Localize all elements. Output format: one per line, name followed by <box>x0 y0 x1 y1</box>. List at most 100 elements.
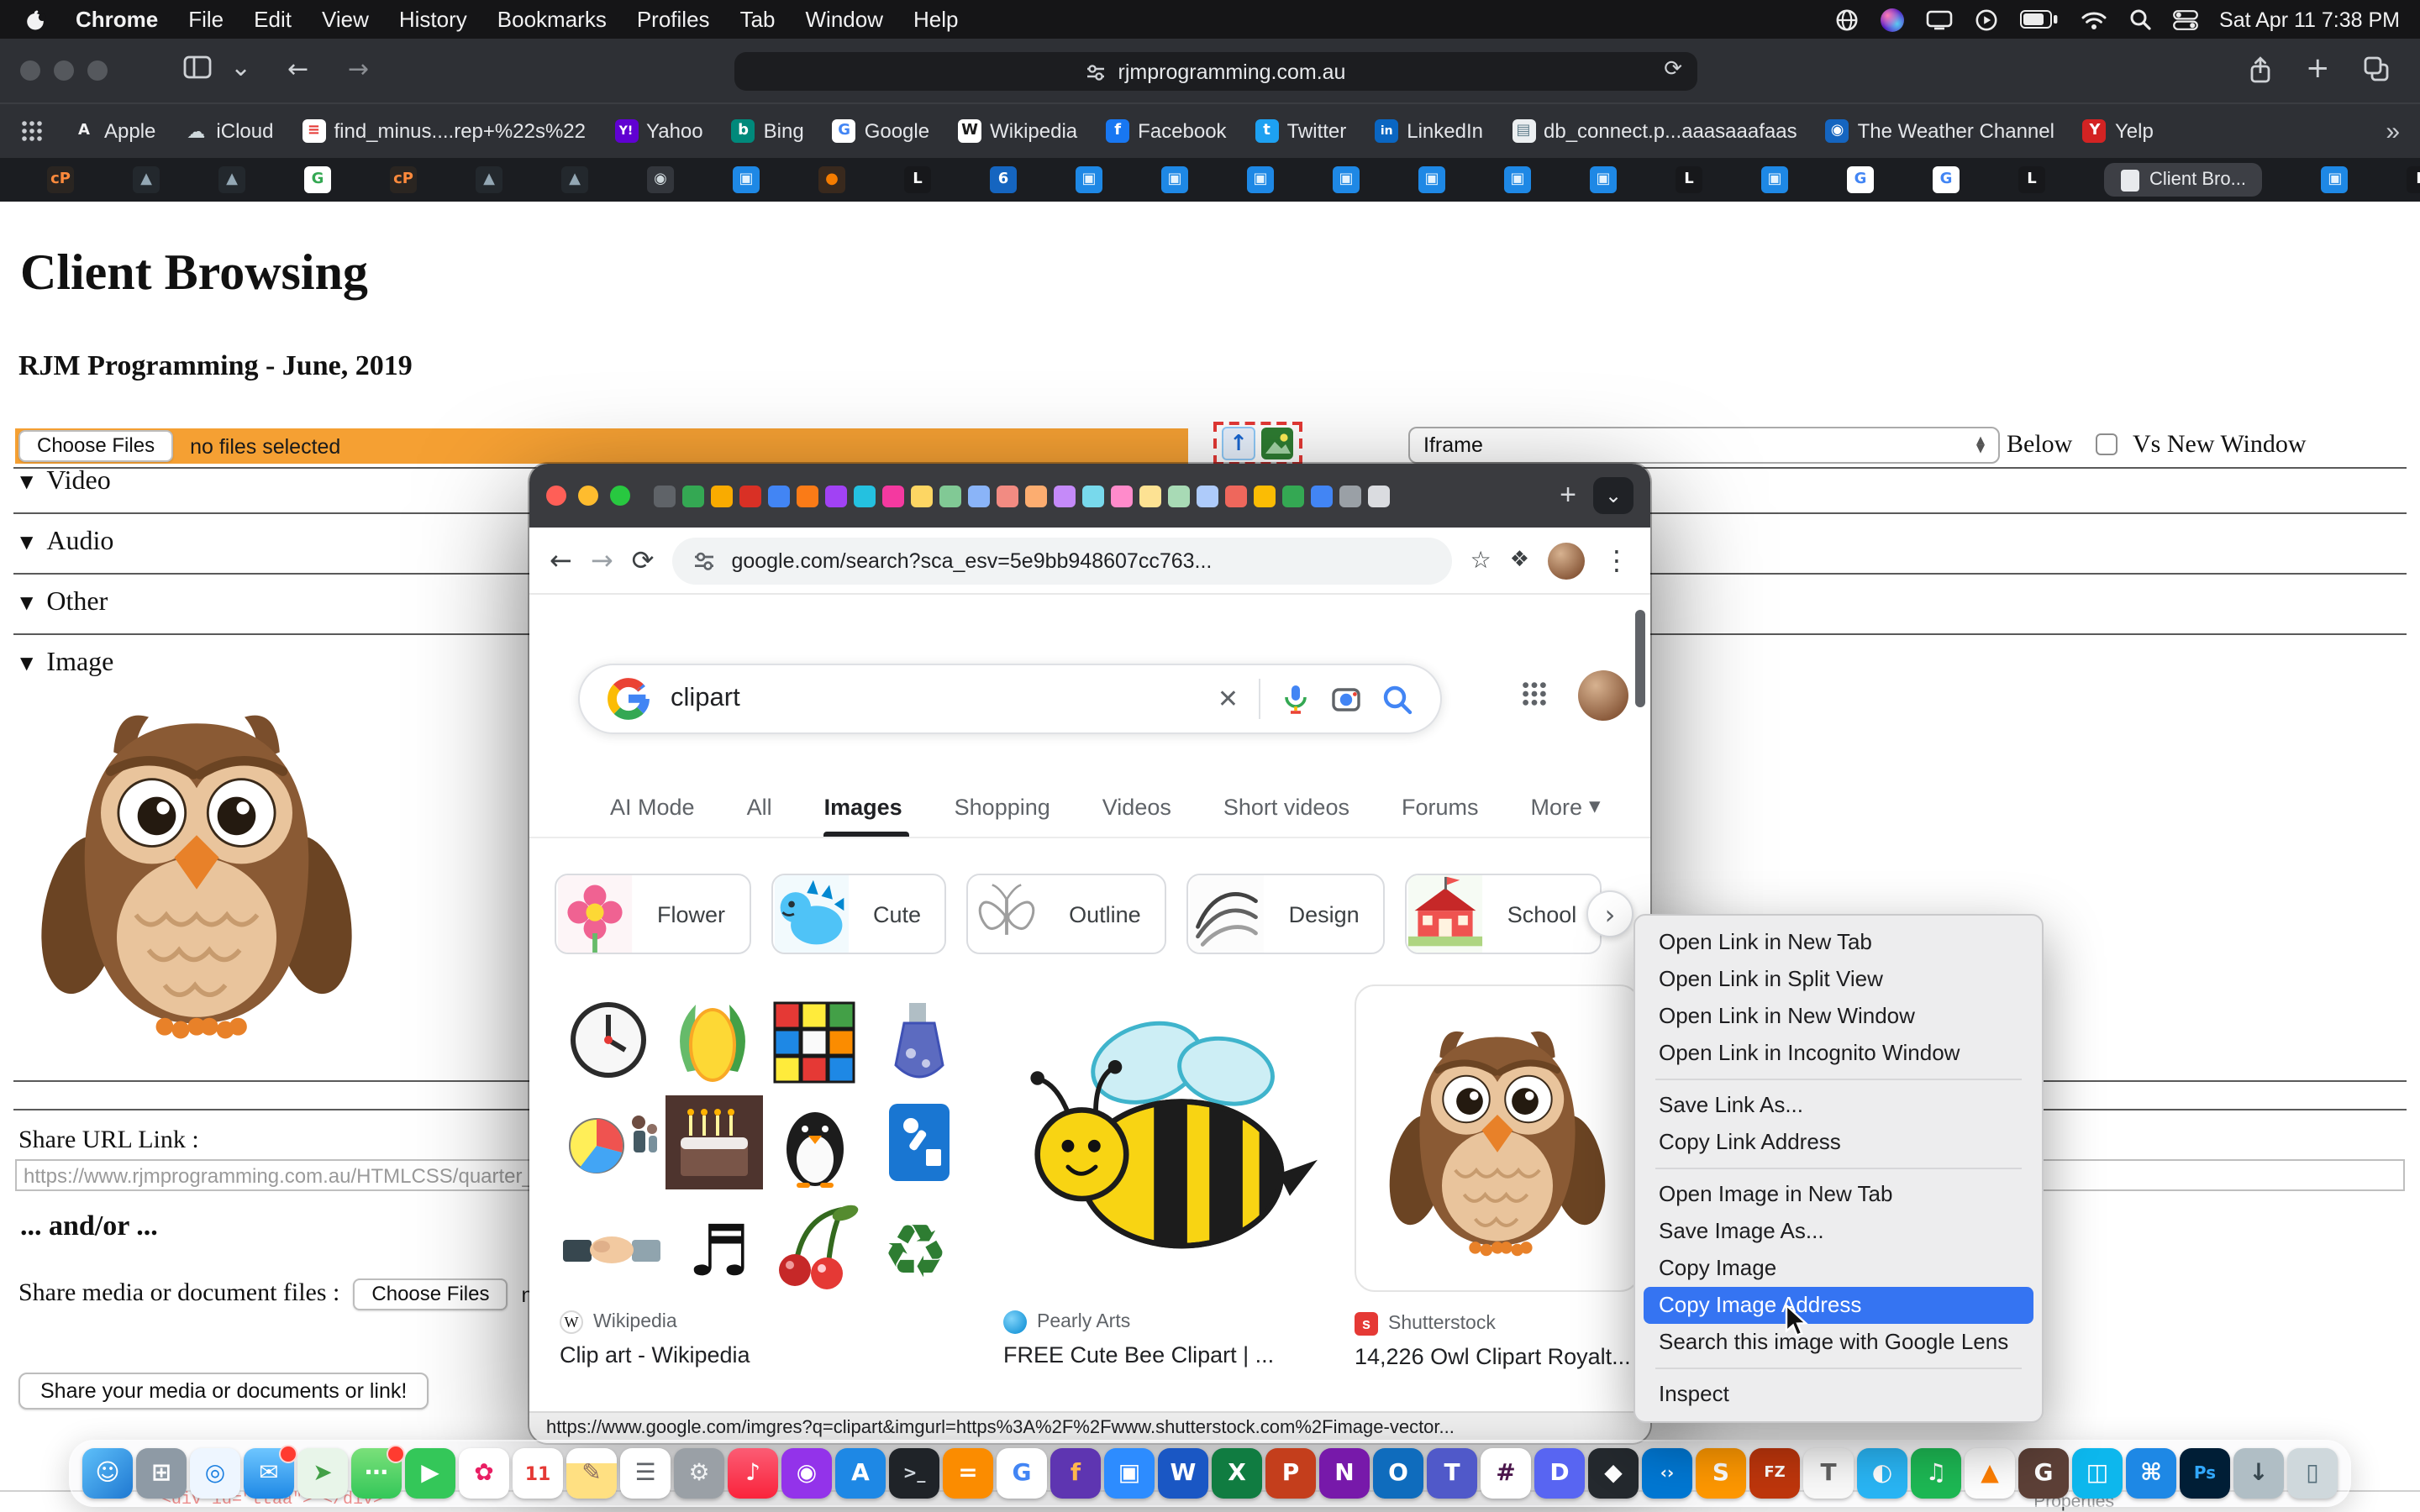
tab-favicon[interactable]: ● <box>818 166 845 193</box>
popup-tab-favicon[interactable] <box>1139 485 1161 507</box>
dock-downloads[interactable]: ↓ <box>2233 1448 2284 1499</box>
menu-bar-item[interactable]: Edit <box>239 7 307 32</box>
profile-avatar[interactable] <box>1578 670 1628 721</box>
tab-favicon[interactable]: ▣ <box>1161 166 1188 193</box>
tab-favicon[interactable]: ▲ <box>561 166 588 193</box>
popup-tab-favicon[interactable] <box>711 485 733 507</box>
share-icon[interactable] <box>2247 55 2274 91</box>
tab-favicon[interactable]: ▣ <box>1590 166 1617 193</box>
profile-avatar[interactable] <box>1548 542 1585 579</box>
dock-reminders[interactable]: ☰ <box>620 1448 671 1499</box>
dock-spotify[interactable]: ♫ <box>1911 1448 1961 1499</box>
context-menu-item[interactable]: Copy Link Address <box>1635 1124 2042 1161</box>
dock-gimp[interactable]: G <box>2018 1448 2069 1499</box>
address-bar[interactable]: rjmprogramming.com.au ⟳ <box>734 52 1697 91</box>
search-nav-tab[interactable]: Videos <box>1102 776 1178 837</box>
popup-tab-favicon[interactable] <box>882 485 904 507</box>
tab-favicon[interactable]: ▣ <box>1333 166 1360 193</box>
dock-safari[interactable]: ◎ <box>190 1448 240 1499</box>
share-submit-button[interactable]: Share your media or documents or link! <box>18 1373 429 1410</box>
dock-mail[interactable]: ✉ <box>244 1448 294 1499</box>
tab-favicon[interactable]: ▣ <box>1761 166 1788 193</box>
popup-tab-favicon[interactable] <box>825 485 847 507</box>
bookmark-google[interactable]: G Google <box>833 119 929 143</box>
extensions-icon[interactable]: ❖ <box>1510 548 1529 573</box>
new-tab-icon[interactable]: + <box>1560 479 1576 512</box>
popup-tab-favicon[interactable] <box>939 485 961 507</box>
dock-photos[interactable]: ✿ <box>459 1448 509 1499</box>
tab-favicon[interactable]: ▲ <box>476 166 502 193</box>
section-audio[interactable]: ▼Audio <box>20 528 113 558</box>
screen-mirroring-icon[interactable] <box>1974 8 1997 31</box>
dock-powerpoint[interactable]: P <box>1265 1448 1316 1499</box>
dock-settings[interactable]: ⚙ <box>674 1448 724 1499</box>
zoom-window-button[interactable] <box>87 60 108 81</box>
drop-target[interactable]: ↑ <box>1213 422 1302 465</box>
new-tab-icon[interactable]: + <box>2306 52 2330 86</box>
owl-clipart-image[interactable] <box>37 692 356 1048</box>
dock-slack[interactable]: # <box>1481 1448 1531 1499</box>
address-bar[interactable]: google.com/search?sca_esv=5e9bb948607cc7… <box>672 537 1451 584</box>
apps-grid-icon[interactable] <box>20 119 44 143</box>
bookmark-twitter[interactable]: t Twitter <box>1255 119 1347 143</box>
context-menu-item[interactable] <box>1655 1368 2022 1369</box>
context-menu-item[interactable]: Copy Image <box>1635 1250 2042 1287</box>
siri-icon[interactable] <box>1880 8 1903 31</box>
context-menu-item[interactable]: Open Link in New Tab <box>1635 924 2042 961</box>
search-nav-tab[interactable]: All <box>747 776 779 837</box>
bookmark-icloud[interactable]: ☁ iCloud <box>184 119 273 143</box>
bookmark-wikipedia[interactable]: W Wikipedia <box>958 119 1077 143</box>
dock-docker[interactable]: ◫ <box>2072 1448 2123 1499</box>
chevron-down-icon[interactable]: ⌄ <box>230 52 251 82</box>
sidebar-toggle-icon[interactable] <box>183 55 212 86</box>
tab-overview-icon[interactable] <box>2363 55 2390 89</box>
tab-favicon[interactable]: L <box>2407 166 2420 193</box>
more-menu-icon[interactable]: ⋮ <box>1603 544 1630 576</box>
popup-tab-favicon[interactable] <box>1197 485 1218 507</box>
dock-sublime[interactable]: S <box>1696 1448 1746 1499</box>
popup-tab-favicon[interactable] <box>1311 485 1333 507</box>
dock-outlook[interactable]: O <box>1373 1448 1423 1499</box>
dock-github[interactable]: ◆ <box>1588 1448 1639 1499</box>
minimize-window-button[interactable] <box>578 486 598 506</box>
tab-favicon[interactable]: L <box>1676 166 1702 193</box>
menu-bar-item[interactable]: File <box>173 7 239 32</box>
popup-tab-favicon[interactable] <box>1082 485 1104 507</box>
popup-tab-favicon[interactable] <box>968 485 990 507</box>
dock-calendar[interactable]: 11 <box>513 1448 563 1499</box>
dock-textedit[interactable]: T <box>1803 1448 1854 1499</box>
globe-icon[interactable] <box>1834 8 1858 31</box>
popup-tab-favicon[interactable] <box>854 485 876 507</box>
google-lens-icon[interactable] <box>1331 684 1361 714</box>
bookmark-facebook[interactable]: f Facebook <box>1106 119 1226 143</box>
bookmark-linkedin[interactable]: in LinkedIn <box>1375 119 1483 143</box>
apple-menu-icon[interactable] <box>24 8 47 31</box>
tab-favicon[interactable]: ▲ <box>133 166 160 193</box>
context-menu-item[interactable]: Search this image with Google Lens <box>1635 1324 2042 1361</box>
result-title[interactable]: Clip art - Wikipedia <box>560 1342 965 1368</box>
tab-favicon[interactable]: ▣ <box>2322 166 2349 193</box>
search-query[interactable]: clipart <box>671 684 1197 714</box>
tab-client-browsing[interactable]: Client Bro... <box>2104 163 2263 197</box>
dock-excel[interactable]: X <box>1212 1448 1262 1499</box>
context-menu-item[interactable] <box>1655 1079 2022 1080</box>
reload-button[interactable]: ⟳ <box>632 544 655 576</box>
tab-favicon[interactable]: L <box>2018 166 2045 193</box>
dock-word[interactable]: W <box>1158 1448 1208 1499</box>
result-title[interactable]: 14,226 Owl Clipart Royalt... <box>1355 1344 1640 1369</box>
popup-tab-favicon[interactable] <box>1368 485 1390 507</box>
chip-flower[interactable]: Flower <box>555 874 750 954</box>
dock-launchpad[interactable]: ⊞ <box>136 1448 187 1499</box>
tab-favicon[interactable]: G <box>1933 166 1960 193</box>
menu-bar-item[interactable]: Window <box>791 7 899 32</box>
menu-bar-item[interactable]: History <box>384 7 482 32</box>
dock-vscode[interactable]: ‹› <box>1642 1448 1692 1499</box>
chips-scroll-right-button[interactable]: › <box>1586 890 1634 937</box>
tab-favicon[interactable]: ▣ <box>1076 166 1102 193</box>
site-settings-icon[interactable] <box>692 549 716 572</box>
search-nav-tab[interactable]: Forums <box>1402 776 1486 837</box>
context-menu-item[interactable]: Save Link As... <box>1635 1087 2042 1124</box>
bookmark-yahoo[interactable]: Y! Yahoo <box>614 119 703 143</box>
menu-bar-item[interactable]: View <box>307 7 384 32</box>
popup-tab-favicon[interactable] <box>1282 485 1304 507</box>
